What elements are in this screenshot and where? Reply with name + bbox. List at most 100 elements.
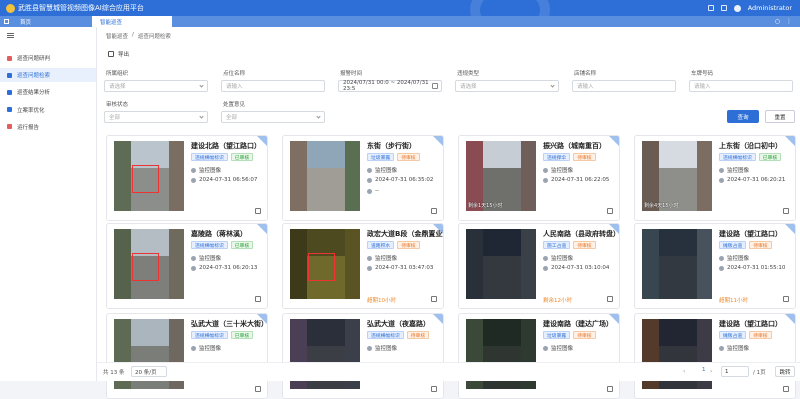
goto-button[interactable]: 跳转	[775, 366, 795, 377]
handle-icon[interactable]	[783, 296, 789, 302]
goto-page-input[interactable]: 1	[721, 366, 749, 377]
issue-image[interactable]: 剩余4天15小时	[642, 141, 712, 211]
chevron-down-icon	[199, 83, 204, 88]
time-range-picker[interactable]: 2024/07/31 00:0 ~ 2024/07/31 23:5	[338, 80, 442, 92]
handle-icon[interactable]	[431, 208, 437, 214]
card-title: 振兴路（城南重百）	[543, 142, 606, 150]
location-icon	[367, 188, 372, 194]
plate-placeholder: 请输入	[694, 84, 711, 90]
time-text: 2024-07-31 06:56:07	[199, 177, 258, 183]
issue-card[interactable]: 剩余4天15小时 上东街（沿口初中） 违规横幅标识 已审核 监控图像 2024-07-31…	[634, 135, 796, 221]
sidebar-item-4[interactable]: 运行报告	[0, 120, 96, 134]
sidebar-item-1[interactable]: 巡查问题检索	[0, 68, 96, 83]
export-label: 导出	[118, 52, 130, 58]
handle-icon[interactable]	[255, 386, 261, 392]
issue-card[interactable]: 建设南路（建达广场） 垃圾暴露 待审核 监控图像	[458, 313, 620, 399]
card-time: 2024-07-31 06:22:05	[543, 177, 609, 183]
handle-icon[interactable]	[607, 296, 613, 302]
menu-item-icon	[7, 107, 12, 113]
violation-type-badge: 违规横幅标识	[191, 331, 228, 339]
type-select[interactable]: 请选择	[455, 80, 559, 92]
issue-image[interactable]	[642, 229, 712, 299]
detection-box	[308, 252, 335, 281]
point-input[interactable]: 请输入	[221, 80, 325, 92]
sidebar-item-0[interactable]: 巡查问题研判	[0, 51, 96, 65]
issue-card[interactable]: 政宏大道B段（金鼎置业） 道路积水 待审核 监控图像 2024-07-31 03:47:…	[282, 223, 444, 309]
handle-icon[interactable]	[783, 386, 789, 392]
handle-icon[interactable]	[255, 296, 261, 302]
issue-card[interactable]: 建设路（望江路口） 摊贩占道 待审核 监控图像	[634, 313, 796, 399]
sidebar-item-3[interactable]: 立案率优化	[0, 103, 96, 117]
handle-icon[interactable]	[431, 386, 437, 392]
card-title: 东街（步行街）	[367, 142, 416, 150]
org-select[interactable]: 请选择	[104, 80, 208, 92]
violation-type-badge: 垃圾暴露	[367, 153, 395, 161]
download-icon[interactable]	[707, 5, 714, 11]
issue-image[interactable]	[114, 229, 184, 299]
status-badge: 已审核	[230, 153, 254, 161]
issue-card[interactable]: 剩余1天15小时 振兴路（城南重百） 违规撑伞 待审核 监控图像 2024-07-31 0…	[458, 135, 620, 221]
issue-card[interactable]: 东街（步行街） 垃圾暴露 待审核 监控图像 2024-07-31 06:35:02 --	[282, 135, 444, 221]
issue-image[interactable]	[466, 229, 536, 299]
org-placeholder: 请选择	[109, 84, 126, 90]
sidebar-item-2[interactable]: 巡查结果分析	[0, 85, 96, 99]
tab-home[interactable]: 首页	[12, 16, 92, 27]
home-icon[interactable]	[0, 16, 12, 27]
handle-icon[interactable]	[607, 208, 613, 214]
handle-label: 处置意见	[223, 102, 246, 108]
user-name[interactable]: Administrator	[748, 4, 792, 12]
issue-image[interactable]	[290, 229, 360, 299]
handle-value: 全部	[226, 115, 238, 121]
tab-smart-patrol[interactable]: 智能巡查	[92, 16, 172, 27]
more-icon[interactable]: ⋮	[786, 18, 792, 25]
clock-icon	[543, 265, 548, 271]
refresh-icon[interactable]: ○	[775, 18, 780, 25]
clock-icon	[367, 177, 372, 183]
camera-icon	[191, 167, 196, 173]
issue-card[interactable]: 弘武大道（夜嘉路） 违规横幅标识 待审核 监控图像	[282, 313, 444, 399]
violation-type-badge: 违规撑伞	[543, 153, 571, 161]
camera-icon	[543, 255, 548, 261]
issue-image[interactable]: 剩余1天15小时	[466, 141, 536, 211]
issue-image[interactable]	[114, 141, 184, 211]
current-page[interactable]: 1	[702, 367, 706, 373]
chevron-down-icon	[550, 83, 555, 88]
time-value: 2024/07/31 00:0 ~ 2024/07/31 23:5	[343, 80, 429, 92]
sidebar: 巡查问题研判 巡查问题检索巡查结果分析立案率优化运行报告	[0, 27, 97, 381]
search-button[interactable]: 查询	[727, 110, 759, 123]
page-size-select[interactable]: 20 条/页	[131, 366, 167, 377]
handle-icon[interactable]	[783, 208, 789, 214]
menu-collapse-icon[interactable]	[7, 33, 14, 38]
chevron-down-icon	[316, 114, 321, 119]
breadcrumb-parent[interactable]: 智能巡查	[106, 32, 128, 40]
issue-card[interactable]: 人民南路（县政府转盘） 施工占道 待审核 监控图像 2024-07-31 03:10:0…	[458, 223, 620, 309]
issue-image[interactable]	[290, 141, 360, 211]
plate-input[interactable]: 请输入	[689, 80, 793, 92]
handle-icon[interactable]	[431, 296, 437, 302]
prev-page-icon[interactable]: ‹	[683, 368, 685, 375]
avatar[interactable]	[733, 4, 741, 12]
reset-button[interactable]: 重置	[765, 110, 795, 123]
notification-icon[interactable]	[720, 5, 727, 11]
next-page-icon[interactable]: ›	[710, 368, 712, 375]
issue-card[interactable]: 建设路（望江路口） 摊贩占道 待审核 监控图像 2024-07-31 01:55:10 超…	[634, 223, 796, 309]
audit-select[interactable]: 全部	[104, 111, 208, 123]
camera-icon	[367, 167, 372, 173]
source-text: 监控图像	[375, 346, 398, 352]
clock-icon	[719, 177, 724, 183]
sidebar-item-label: 巡查结果分析	[17, 90, 51, 97]
main-content: 智能巡查 / 巡查问题检索 导出 所属组织 请选择 点位名称 请输入 报警时间 …	[97, 27, 800, 399]
handle-icon[interactable]	[255, 208, 261, 214]
shop-input[interactable]: 请输入	[572, 80, 676, 92]
status-badge: 待审核	[397, 241, 420, 249]
export-button[interactable]: 导出	[108, 50, 129, 58]
handle-select[interactable]: 全部	[221, 111, 325, 123]
time-text: 2024-07-31 01:55:10	[727, 265, 786, 271]
status-badge: 待审核	[573, 331, 596, 339]
issue-card[interactable]: 建设北路（望江路口） 违规横幅标识 已审核 监控图像 2024-07-31 06:56:…	[106, 135, 268, 221]
card-source: 监控图像	[719, 166, 749, 174]
violation-type-badge: 垃圾暴露	[543, 331, 571, 339]
handle-icon[interactable]	[607, 386, 613, 392]
issue-card[interactable]: 嘉陵路（蒋林溪） 违规横幅标识 已审核 监控图像 2024-07-31 06:20:13	[106, 223, 268, 309]
issue-card[interactable]: 弘武大道（三十米大街） 违规横幅标识 已审核 监控图像	[106, 313, 268, 399]
